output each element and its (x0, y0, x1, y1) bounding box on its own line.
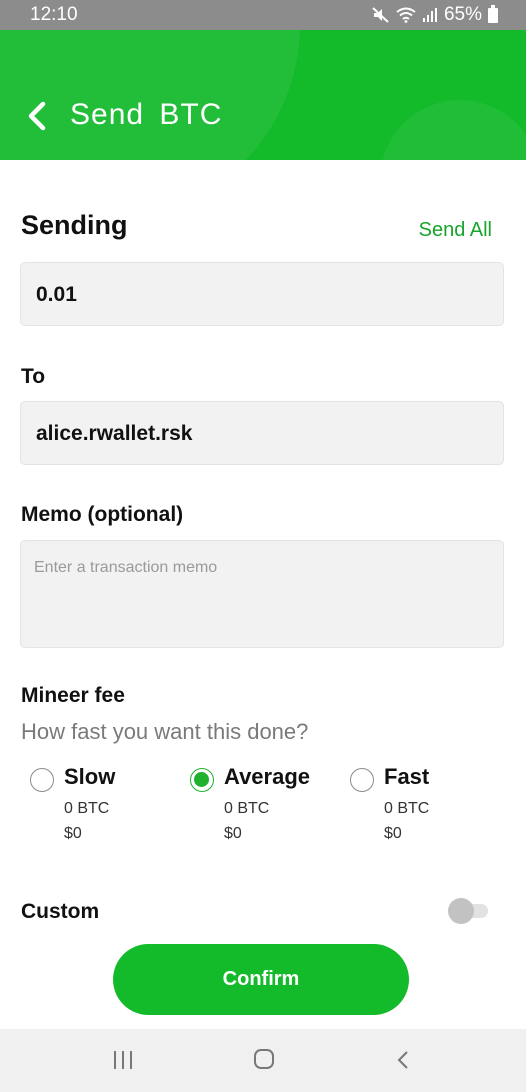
confirm-button[interactable]: Confirm (113, 944, 409, 1015)
signal-icon (422, 8, 437, 22)
back-button[interactable] (22, 96, 58, 136)
fee-option-name: Average (224, 764, 311, 789)
system-back-button[interactable] (396, 1049, 410, 1071)
header-decoration (380, 100, 526, 160)
fee-option-usd: $0 (64, 825, 82, 842)
fee-label: Mineer fee (21, 684, 125, 707)
recent-apps-button[interactable] (114, 1051, 134, 1069)
wifi-icon (396, 7, 416, 23)
fee-option-name: Slow (64, 764, 116, 789)
fee-subtitle: How fast you want this done? (21, 719, 309, 744)
to-label: To (21, 365, 46, 388)
fee-option-btc: 0 BTC (384, 800, 430, 817)
battery-percent: 65% (443, 4, 482, 25)
custom-fee-toggle[interactable] (448, 898, 490, 924)
chevron-left-icon (397, 1051, 408, 1069)
chevron-left-icon (28, 101, 46, 131)
fee-option-usd: $0 (384, 825, 402, 842)
recent-apps-icon (130, 1051, 132, 1069)
fee-option-btc: 0 BTC (224, 800, 270, 817)
system-nav-bar (0, 1029, 526, 1092)
fee-option-btc: 0 BTC (64, 800, 110, 817)
home-button[interactable] (254, 1049, 274, 1069)
recipient-value: alice.rwallet.rsk (36, 422, 193, 445)
memo-input[interactable]: Enter a transaction memo (20, 540, 504, 648)
app-header: Send BTC (0, 30, 526, 160)
fee-option-name: Fast (384, 764, 430, 789)
memo-placeholder: Enter a transaction memo (34, 559, 218, 576)
amount-input[interactable]: 0.01 (20, 262, 504, 326)
send-all-link[interactable]: Send All (419, 219, 492, 242)
radio-fast[interactable] (350, 768, 374, 792)
recipient-input[interactable]: alice.rwallet.rsk (20, 401, 504, 465)
memo-label: Memo (optional) (21, 503, 184, 526)
battery-icon (488, 4, 498, 23)
sending-label: Sending (21, 210, 128, 240)
recent-apps-icon (114, 1051, 116, 1069)
amount-value: 0.01 (36, 283, 77, 306)
status-icons: 65% (372, 4, 498, 26)
recent-apps-icon (122, 1051, 124, 1069)
mute-icon (372, 7, 389, 23)
radio-slow[interactable] (30, 768, 54, 792)
custom-fee-label: Custom (21, 900, 100, 923)
status-time: 12:10 (30, 4, 78, 25)
header-decoration (0, 30, 300, 160)
toggle-knob (448, 898, 474, 924)
radio-average[interactable] (190, 768, 214, 792)
fee-option-usd: $0 (224, 825, 242, 842)
page-title: Send BTC (70, 98, 223, 131)
status-bar: 12:10 65% (0, 0, 526, 30)
